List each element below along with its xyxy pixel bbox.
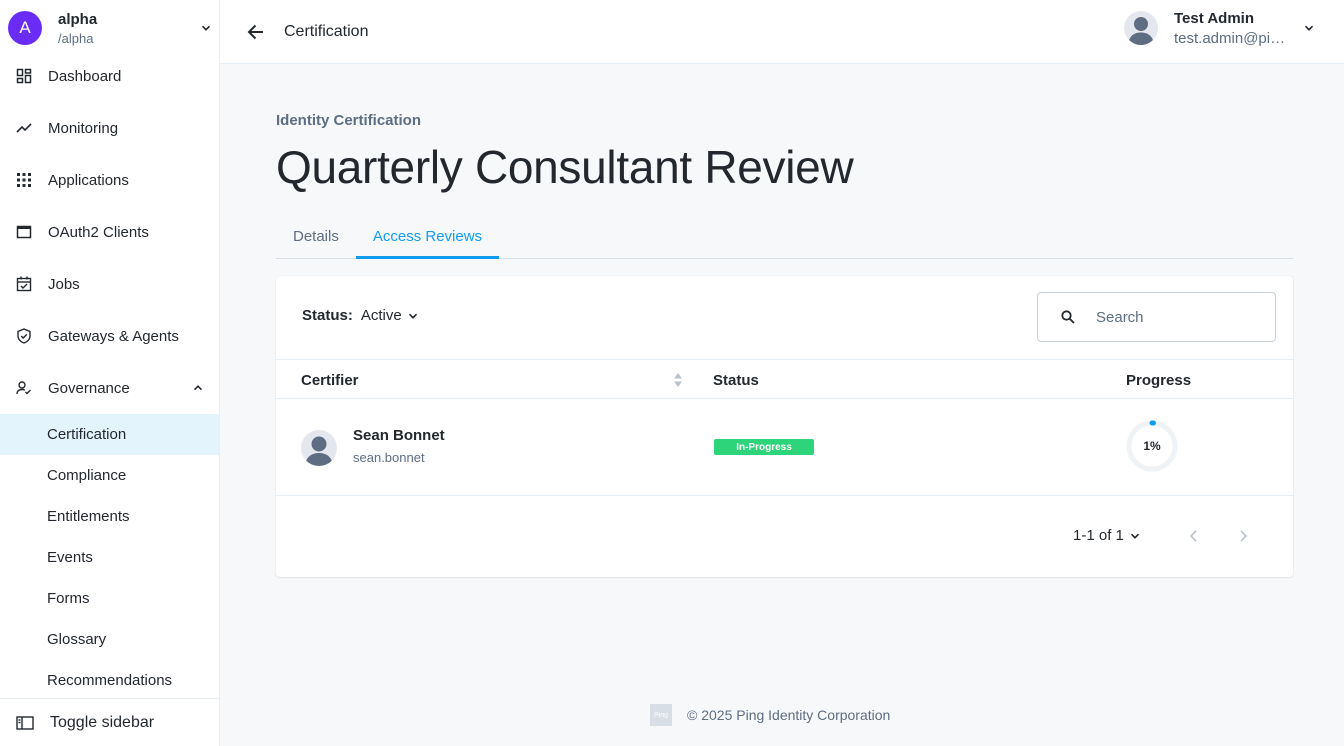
progress-ring: 1% [1126,420,1178,472]
realm-switcher[interactable]: A alpha /alpha [0,0,219,56]
page-size-selector[interactable]: 1-1 of 1 [1073,527,1140,544]
sidebar-item-oauth2-clients[interactable]: OAuth2 Clients [0,206,219,258]
sidebar-subitem-recommendations[interactable]: Recommendations [0,660,219,701]
user-menu[interactable]: Test Admin test.admin@ping.com [1124,8,1314,48]
sidebar-subitem-forms[interactable]: Forms [0,578,219,619]
next-page-button[interactable] [1236,528,1250,544]
sidebar-item-label: OAuth2 Clients [48,223,149,241]
search-box[interactable] [1037,292,1276,342]
realm-name: alpha [58,10,98,28]
user-check-icon [16,380,32,396]
certifier-avatar [301,430,337,466]
sidebar-item-applications[interactable]: Applications [0,154,219,206]
sidebar-subitem-events[interactable]: Events [0,537,219,578]
status-filter[interactable]: Status: Active [302,307,418,324]
sidebar: A alpha /alpha Dashboard Monitoring Appl… [0,0,220,746]
sidebar-item-label: Gateways & Agents [48,327,179,345]
tab-bar: Details Access Reviews [276,218,1293,259]
certifier-name: Sean Bonnet [353,427,445,444]
sidebar-item-dashboard[interactable]: Dashboard [0,50,219,102]
tab-access-reviews[interactable]: Access Reviews [355,218,500,259]
sidebar-item-governance[interactable]: Governance [0,362,219,414]
page-header-title: Certification [284,22,369,40]
page-title: Quarterly Consultant Review [276,141,854,193]
sidebar-item-label: Monitoring [48,119,119,137]
user-email: test.admin@ping.com [1174,29,1290,47]
calendar-check-icon [16,276,32,292]
sidebar-item-monitoring[interactable]: Monitoring [0,102,219,154]
top-bar: Certification Test Admin test.admin@ping… [220,0,1344,64]
sidebar-subitem-entitlements[interactable]: Entitlements [0,496,219,537]
status-filter-value: Active [360,307,402,324]
column-header-progress: Progress [1126,372,1192,389]
realm-path: /alpha [58,30,94,46]
sidebar-item-label: Dashboard [48,67,122,85]
sidebar-item-label: Jobs [48,275,80,293]
chevron-down-icon [1304,25,1314,31]
page-eyebrow: Identity Certification [276,112,422,129]
tab-details[interactable]: Details [276,218,356,259]
certifier-username: sean.bonnet [353,450,425,465]
sidebar-item-gateways-agents[interactable]: Gateways & Agents [0,310,219,362]
sidebar-nav: Dashboard Monitoring Applications OAuth2… [0,50,219,701]
toggle-sidebar-label: Toggle sidebar [50,713,155,731]
column-header-status: Status [713,372,759,389]
realm-avatar: A [8,11,42,45]
window-icon [16,224,32,240]
chevron-down-icon [408,313,417,319]
sidebar-toggle-icon [16,715,34,730]
pagination-label: 1-1 of 1 [1073,527,1124,544]
search-icon [1061,310,1075,324]
footer: Ping © 2025 Ping Identity Corporation [650,704,890,726]
table-header: Certifier Status Progress [276,359,1293,399]
column-header-certifier[interactable]: Certifier [301,372,359,389]
toggle-sidebar-button[interactable]: Toggle sidebar [0,698,219,746]
shield-check-icon [16,328,32,344]
status-badge: In-Progress [714,439,814,455]
sort-icon[interactable] [673,372,683,388]
access-reviews-card: Status: Active Certifier Status Progress… [276,276,1293,577]
chevron-up-icon [193,385,203,391]
previous-page-button[interactable] [1187,528,1201,544]
chevron-down-icon [1130,533,1139,539]
sidebar-item-jobs[interactable]: Jobs [0,258,219,310]
chevron-down-icon [201,25,211,31]
trending-icon [16,120,32,136]
arrow-left-icon[interactable] [246,22,266,42]
sidebar-subitem-glossary[interactable]: Glossary [0,619,219,660]
sidebar-subitem-compliance[interactable]: Compliance [0,455,219,496]
sidebar-item-label: Governance [48,379,130,397]
sidebar-subitem-certification[interactable]: Certification [0,414,219,455]
footer-copyright: © 2025 Ping Identity Corporation [687,707,891,723]
table-row[interactable]: Sean Bonnet sean.bonnet In-Progress 1% [276,399,1293,496]
search-input[interactable] [1096,308,1246,326]
sidebar-item-label: Applications [48,171,129,189]
user-avatar [1124,11,1158,45]
progress-label: 1% [1143,439,1161,453]
dashboard-icon [16,68,32,84]
status-filter-label: Status: [302,307,353,324]
user-name: Test Admin [1174,9,1255,27]
apps-grid-icon [16,172,32,188]
ping-logo: Ping [650,704,672,726]
